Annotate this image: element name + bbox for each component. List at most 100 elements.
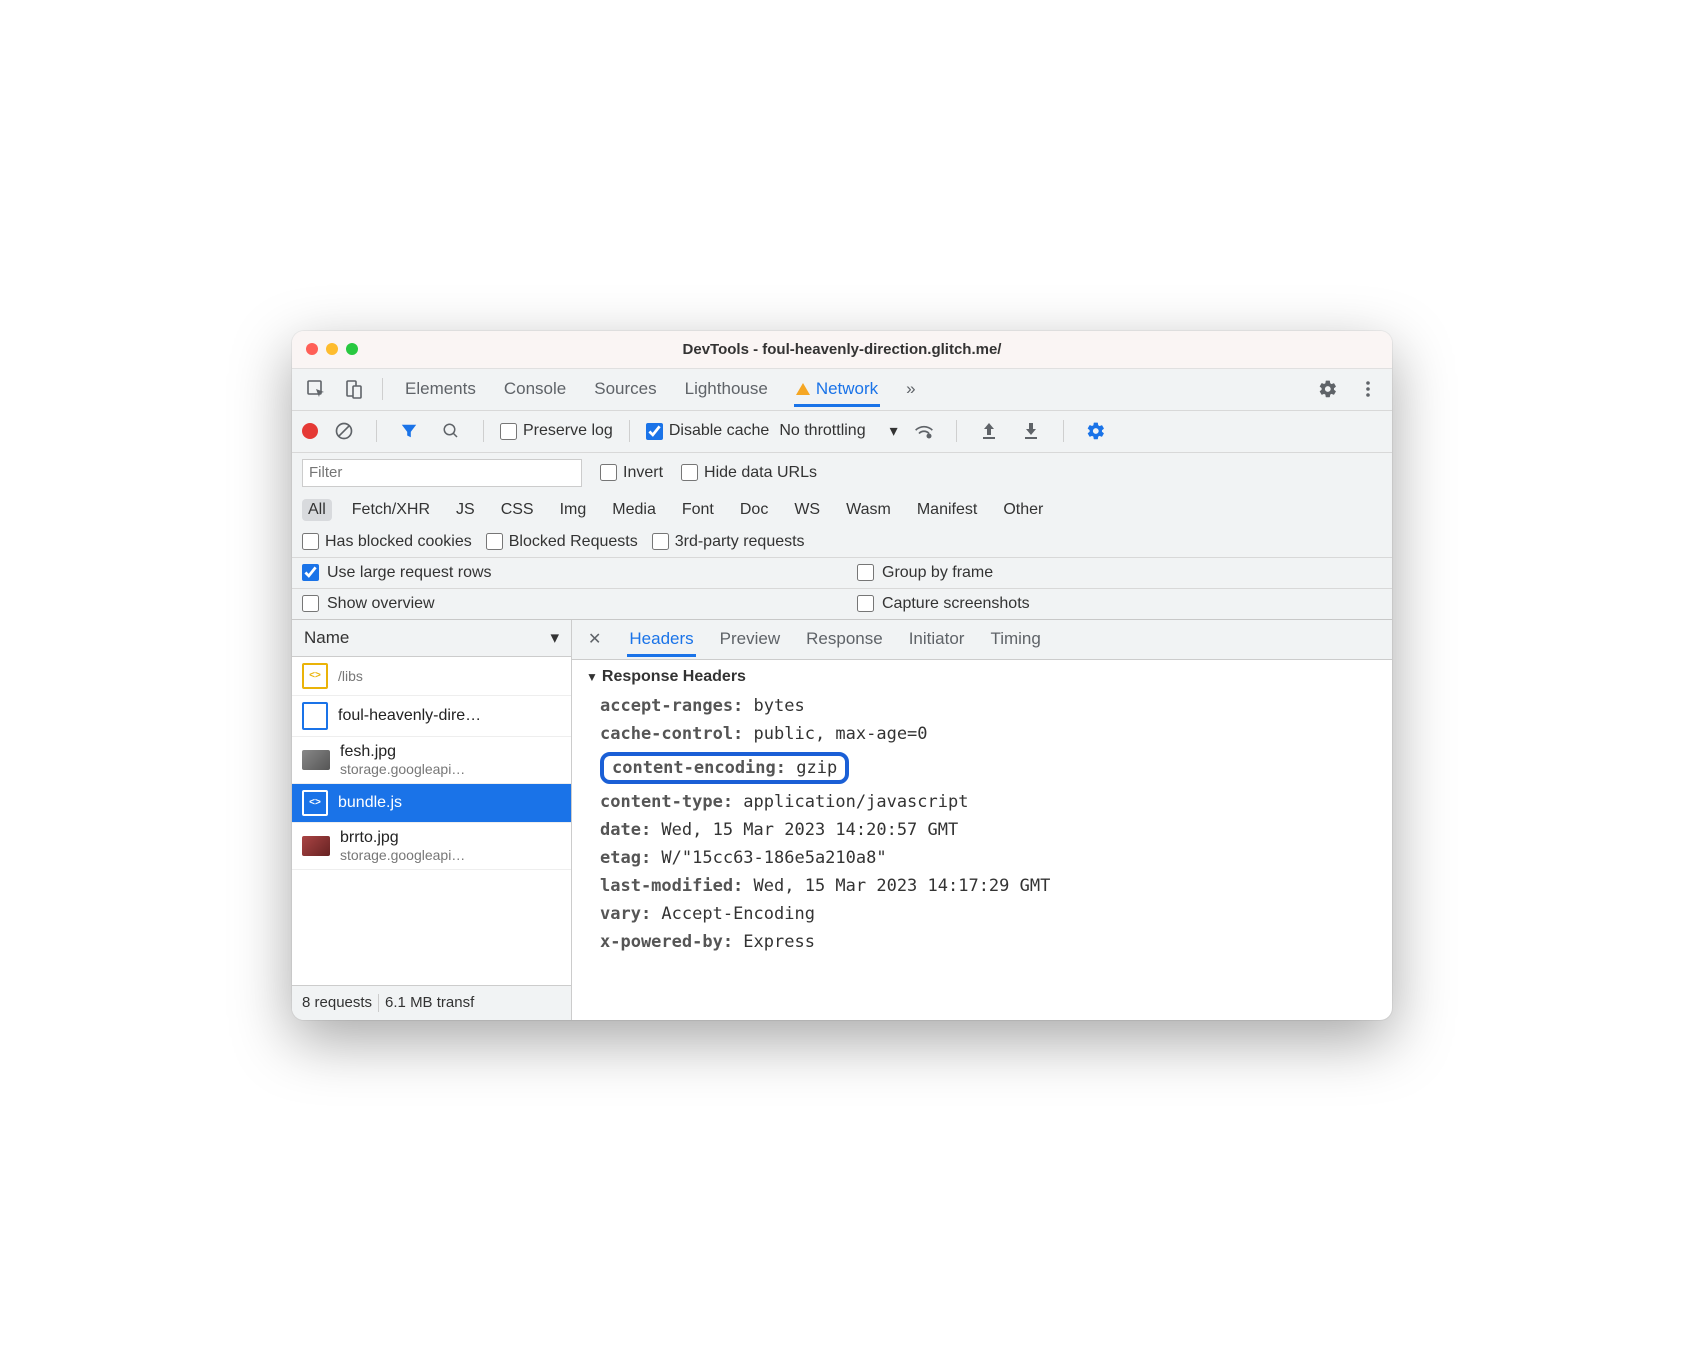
request-footer: 8 requests 6.1 MB transf — [292, 985, 571, 1020]
invert-checkbox[interactable]: Invert — [600, 464, 663, 482]
device-toggle-icon[interactable] — [338, 373, 370, 405]
filter-font[interactable]: Font — [676, 499, 720, 521]
filter-input[interactable] — [302, 459, 582, 487]
filter-fetch-xhr[interactable]: Fetch/XHR — [346, 499, 436, 521]
disable-cache-checkbox[interactable]: Disable cache — [646, 422, 770, 440]
kebab-menu-icon[interactable] — [1352, 373, 1384, 405]
throttling-select[interactable]: No throttling ▾ — [779, 421, 897, 441]
request-row[interactable]: <> bundle.js — [292, 784, 571, 823]
capture-screenshots-checkbox[interactable]: Capture screenshots — [857, 595, 1382, 613]
separator — [483, 420, 484, 442]
filter-doc[interactable]: Doc — [734, 499, 774, 521]
record-button[interactable] — [302, 423, 318, 439]
traffic-lights — [306, 343, 358, 355]
inspect-icon[interactable] — [300, 373, 332, 405]
header-line: x-powered-by: Express — [586, 928, 1378, 956]
chevron-down-icon: ▾ — [890, 421, 898, 441]
filter-icon[interactable] — [393, 415, 425, 447]
request-row[interactable]: <> /libs — [292, 657, 571, 696]
tab-network[interactable]: Network — [794, 371, 880, 407]
detail-body: ▼ Response Headers accept-ranges: bytesc… — [572, 660, 1392, 1020]
show-overview-checkbox[interactable]: Show overview — [302, 595, 827, 613]
window-title: DevTools - foul-heavenly-direction.glitc… — [292, 341, 1392, 358]
clear-icon[interactable] — [328, 415, 360, 447]
tab-network-label: Network — [816, 379, 878, 399]
filter-css[interactable]: CSS — [495, 499, 540, 521]
tab-more[interactable]: » — [904, 371, 917, 407]
show-overview-label: Show overview — [327, 595, 435, 613]
hide-data-urls-label: Hide data URLs — [704, 464, 817, 482]
filter-ws[interactable]: WS — [788, 499, 826, 521]
filter-all[interactable]: All — [302, 499, 332, 521]
request-row[interactable]: foul-heavenly-dire… — [292, 696, 571, 737]
request-name: fesh.jpg — [340, 743, 465, 761]
js-file-icon: <> — [302, 663, 328, 689]
large-rows-checkbox[interactable]: Use large request rows — [302, 564, 827, 582]
doc-file-icon — [302, 702, 328, 730]
download-icon[interactable] — [1015, 415, 1047, 447]
tab-timing[interactable]: Timing — [988, 621, 1042, 657]
panel-tabs: Elements Console Sources Lighthouse Netw… — [403, 371, 918, 407]
third-party-checkbox[interactable]: 3rd-party requests — [652, 533, 805, 551]
network-settings-icon[interactable] — [1080, 415, 1112, 447]
tab-preview[interactable]: Preview — [718, 621, 782, 657]
blocked-cookies-checkbox[interactable]: Has blocked cookies — [302, 533, 472, 551]
filter-img[interactable]: Img — [554, 499, 593, 521]
close-detail-button[interactable]: ✕ — [584, 627, 605, 651]
detail-tabs: ✕ Headers Preview Response Initiator Tim… — [572, 620, 1392, 660]
separator — [956, 420, 957, 442]
response-headers-section[interactable]: ▼ Response Headers — [586, 668, 1378, 686]
filter-wasm[interactable]: Wasm — [840, 499, 897, 521]
preserve-log-label: Preserve log — [523, 422, 613, 440]
header-line: content-type: application/javascript — [586, 788, 1378, 816]
separator — [382, 378, 383, 400]
disclosure-triangle-icon: ▼ — [586, 670, 598, 684]
request-row[interactable]: brrto.jpgstorage.googleapi… — [292, 823, 571, 870]
filter-media[interactable]: Media — [606, 499, 662, 521]
blocked-requests-checkbox[interactable]: Blocked Requests — [486, 533, 638, 551]
minimize-window-button[interactable] — [326, 343, 338, 355]
zoom-window-button[interactable] — [346, 343, 358, 355]
tab-sources[interactable]: Sources — [592, 371, 658, 407]
tab-lighthouse[interactable]: Lighthouse — [683, 371, 770, 407]
chevron-down-icon: ▾ — [550, 628, 559, 648]
request-row[interactable]: fesh.jpgstorage.googleapi… — [292, 737, 571, 784]
search-icon[interactable] — [435, 415, 467, 447]
name-header-label: Name — [304, 628, 349, 648]
tab-initiator[interactable]: Initiator — [907, 621, 967, 657]
large-rows-label: Use large request rows — [327, 564, 492, 582]
devtools-window: DevTools - foul-heavenly-direction.glitc… — [292, 331, 1392, 1020]
content-split: Name ▾ <> /libs foul-heavenly-dire… fesh… — [292, 620, 1392, 1020]
separator — [629, 420, 630, 442]
header-line: content-encoding: gzip — [586, 748, 1378, 788]
tab-headers[interactable]: Headers — [627, 621, 695, 657]
tab-response[interactable]: Response — [804, 621, 885, 657]
filter-manifest[interactable]: Manifest — [911, 499, 983, 521]
upload-icon[interactable] — [973, 415, 1005, 447]
tab-elements[interactable]: Elements — [403, 371, 478, 407]
name-column-header[interactable]: Name ▾ — [292, 620, 571, 657]
request-count: 8 requests — [302, 994, 372, 1011]
hide-data-urls-checkbox[interactable]: Hide data URLs — [681, 464, 817, 482]
tab-console[interactable]: Console — [502, 371, 568, 407]
extra-filter-row: Has blocked cookies Blocked Requests 3rd… — [292, 527, 1392, 558]
header-line: etag: W/"15cc63-186e5a210a8" — [586, 844, 1378, 872]
image-file-icon — [302, 750, 330, 770]
settings-icon[interactable] — [1312, 373, 1344, 405]
header-line: vary: Accept-Encoding — [586, 900, 1378, 928]
network-conditions-icon[interactable] — [908, 415, 940, 447]
js-file-icon: <> — [302, 790, 328, 816]
type-filter-row: All Fetch/XHR JS CSS Img Media Font Doc … — [292, 493, 1392, 527]
close-window-button[interactable] — [306, 343, 318, 355]
detail-panel: ✕ Headers Preview Response Initiator Tim… — [572, 620, 1392, 1020]
group-by-frame-checkbox[interactable]: Group by frame — [857, 564, 1382, 582]
network-toolbar: Preserve log Disable cache No throttling… — [292, 411, 1392, 453]
request-name: foul-heavenly-dire… — [338, 707, 481, 725]
disable-cache-label: Disable cache — [669, 422, 770, 440]
preserve-log-checkbox[interactable]: Preserve log — [500, 422, 613, 440]
filter-js[interactable]: JS — [450, 499, 481, 521]
filter-other[interactable]: Other — [997, 499, 1049, 521]
separator — [378, 994, 379, 1012]
header-line: date: Wed, 15 Mar 2023 14:20:57 GMT — [586, 816, 1378, 844]
section-title: Response Headers — [602, 668, 746, 686]
